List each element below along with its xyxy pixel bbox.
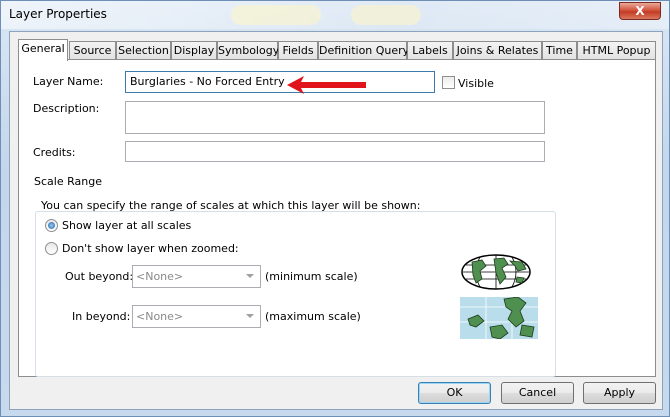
chevron-down-icon[interactable]	[246, 274, 254, 278]
apply-button[interactable]: Apply	[583, 382, 656, 404]
in-beyond-label: In beyond:	[72, 310, 131, 323]
minimum-scale-hint: (minimum scale)	[265, 270, 358, 283]
general-tab-panel: Layer Name: Burglaries - No Forced Entry…	[18, 59, 656, 377]
tab-source[interactable]: Source	[69, 41, 116, 60]
tab-labels[interactable]: Labels	[407, 41, 453, 60]
cancel-button[interactable]: Cancel	[501, 382, 574, 404]
credits-label: Credits:	[33, 146, 76, 159]
scale-range-group	[35, 211, 556, 377]
credits-input[interactable]	[125, 141, 545, 162]
world-globe-icon	[461, 254, 531, 290]
title-bar[interactable]: Layer Properties X	[1, 1, 669, 29]
show-all-scales-label[interactable]: Show layer at all scales	[62, 219, 191, 232]
visible-checkbox[interactable]	[442, 76, 455, 89]
chevron-down-icon[interactable]	[246, 314, 254, 318]
close-button[interactable]: X	[619, 2, 661, 20]
layer-name-label: Layer Name:	[33, 75, 104, 88]
description-input[interactable]	[125, 101, 545, 134]
description-label: Description:	[33, 102, 100, 115]
tab-html-popup[interactable]: HTML Popup	[577, 41, 656, 60]
dont-show-zoomed-radio[interactable]	[45, 242, 58, 255]
tab-general[interactable]: General	[18, 39, 68, 61]
out-beyond-value: <None>	[136, 270, 184, 283]
layer-properties-dialog: Layer Properties X General Source Select…	[0, 0, 670, 417]
scale-range-intro: You can specify the range of scales at w…	[41, 199, 421, 212]
tab-definition-query[interactable]: Definition Query	[318, 41, 409, 60]
ok-button[interactable]: OK	[418, 382, 491, 404]
tab-display[interactable]: Display	[171, 41, 217, 60]
tab-selection[interactable]: Selection	[116, 41, 171, 60]
visible-label: Visible	[458, 77, 494, 90]
title-bar-glow	[231, 5, 321, 25]
in-beyond-dropdown[interactable]: <None>	[132, 305, 261, 328]
out-beyond-label: Out beyond:	[65, 270, 134, 283]
in-beyond-value: <None>	[136, 310, 184, 323]
red-arrow-icon	[287, 76, 366, 94]
window-title: Layer Properties	[9, 7, 107, 21]
tab-fields[interactable]: Fields	[278, 41, 318, 60]
dialog-body: General Source Selection Display Symbolo…	[9, 31, 663, 410]
maximum-scale-hint: (maximum scale)	[265, 310, 361, 323]
tab-time[interactable]: Time	[542, 41, 577, 60]
tab-joins-relates[interactable]: Joins & Relates	[453, 41, 542, 60]
zoomed-map-icon	[460, 297, 538, 339]
scale-range-title: Scale Range	[32, 175, 104, 188]
title-bar-glow	[351, 5, 421, 25]
out-beyond-dropdown[interactable]: <None>	[132, 265, 261, 288]
show-all-scales-radio[interactable]	[45, 219, 58, 232]
tab-symbology[interactable]: Symbology	[217, 41, 279, 60]
dont-show-zoomed-label[interactable]: Don't show layer when zoomed:	[62, 242, 239, 255]
layer-name-input[interactable]: Burglaries - No Forced Entry	[125, 71, 435, 93]
